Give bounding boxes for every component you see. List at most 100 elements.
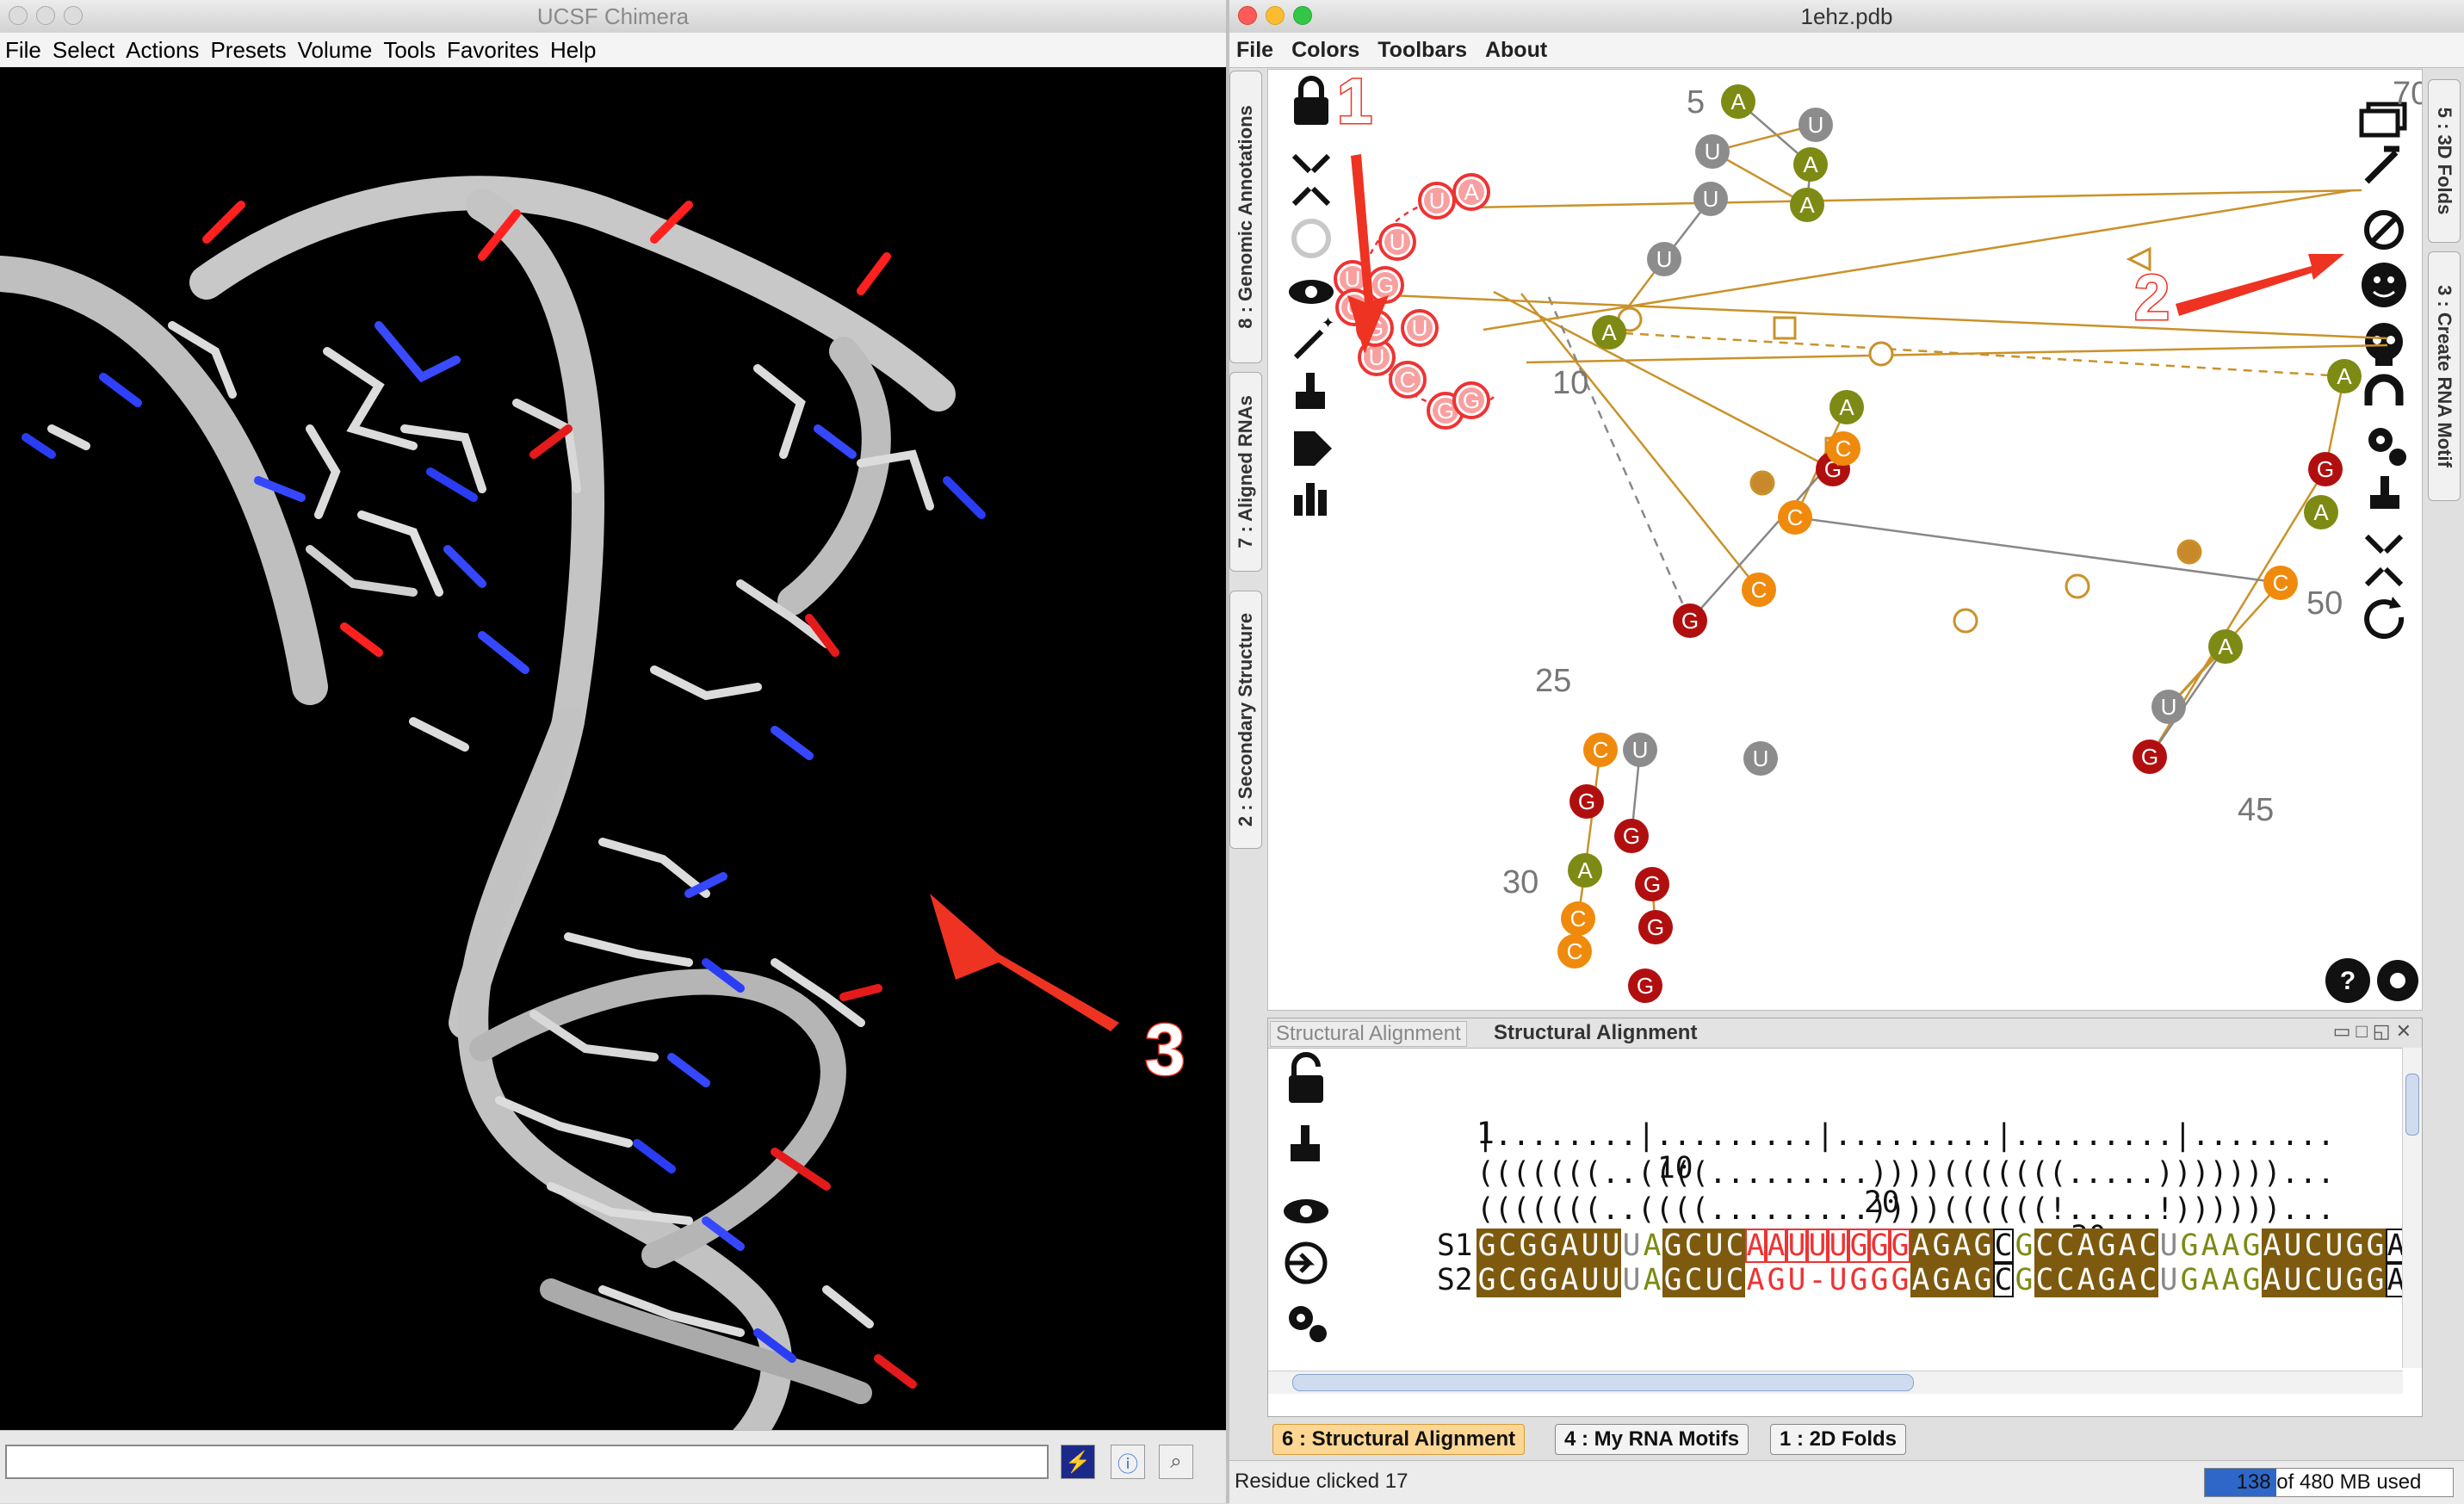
tab-3d-folds[interactable]: 5 : 3D Folds bbox=[2428, 79, 2461, 243]
nucleotide[interactable]: A bbox=[1568, 853, 1602, 888]
menu-colors[interactable]: Colors bbox=[1291, 38, 1359, 63]
residue[interactable]: G bbox=[1477, 1263, 1497, 1297]
residue[interactable]: G bbox=[2014, 1263, 2034, 1297]
molecular-3d-viewer[interactable]: 3 bbox=[0, 67, 1226, 1431]
residue[interactable]: A bbox=[2200, 1229, 2220, 1263]
residue[interactable]: C bbox=[1683, 1229, 1704, 1263]
rna-2d-canvas[interactable]: ✦ ? AUUAU A U A U A U U U C G G U G A G … bbox=[1267, 69, 2423, 1011]
residue[interactable]: G bbox=[2241, 1263, 2262, 1297]
residue[interactable]: C bbox=[1497, 1263, 1518, 1297]
residue[interactable]: U bbox=[1704, 1263, 1724, 1297]
lightning-icon[interactable]: ⚡ bbox=[1061, 1445, 1095, 1479]
eye-icon[interactable] bbox=[1284, 1199, 1328, 1223]
residue[interactable]: A bbox=[2220, 1229, 2241, 1263]
residue[interactable]: C bbox=[2034, 1263, 2055, 1297]
tab-2d-folds[interactable]: 1 : 2D Folds bbox=[1770, 1424, 1907, 1455]
residue[interactable]: U bbox=[1828, 1229, 1848, 1263]
nucleotide[interactable]: C bbox=[1583, 733, 1618, 767]
residue[interactable]: A bbox=[2200, 1263, 2220, 1297]
residue[interactable]: G bbox=[2179, 1263, 2200, 1297]
nucleotide[interactable]: U bbox=[1401, 309, 1439, 347]
nucleotide[interactable]: C bbox=[1389, 361, 1427, 399]
residue[interactable]: A bbox=[2076, 1263, 2096, 1297]
residue[interactable]: U bbox=[2324, 1263, 2344, 1297]
menu-file[interactable]: File bbox=[5, 37, 41, 64]
residue[interactable]: G bbox=[1766, 1263, 1786, 1297]
residue[interactable]: A bbox=[2076, 1229, 2096, 1263]
residue[interactable]: A bbox=[1559, 1229, 1580, 1263]
magic-wand-icon[interactable]: ✦ bbox=[1293, 314, 1334, 360]
refresh-icon[interactable] bbox=[1291, 219, 1331, 258]
residue[interactable]: U bbox=[2158, 1263, 2179, 1297]
forbidden-icon[interactable] bbox=[2364, 210, 2404, 250]
residue[interactable]: G bbox=[1518, 1263, 1538, 1297]
residue[interactable]: C bbox=[2055, 1263, 2076, 1297]
residue[interactable]: G bbox=[2365, 1263, 2386, 1297]
residue[interactable]: A bbox=[2386, 1263, 2403, 1297]
unlock-icon[interactable] bbox=[1289, 1052, 1323, 1103]
gears-icon[interactable] bbox=[1289, 1306, 1327, 1342]
nucleotide[interactable]: U bbox=[1623, 733, 1657, 767]
vertical-scrollbar[interactable] bbox=[2402, 1048, 2422, 1368]
residue[interactable]: G bbox=[1972, 1263, 1993, 1297]
residue[interactable]: A bbox=[1766, 1229, 1786, 1263]
residue[interactable]: A bbox=[1952, 1229, 1972, 1263]
gears-icon[interactable] bbox=[2368, 428, 2406, 466]
nucleotide[interactable]: A bbox=[1721, 84, 1755, 119]
residue[interactable]: U bbox=[2282, 1263, 2303, 1297]
residue[interactable]: A bbox=[1910, 1263, 1931, 1297]
tab-genomic-annotations[interactable]: 8 : Genomic Annotations bbox=[1229, 71, 1262, 363]
residue[interactable]: U bbox=[1621, 1263, 1642, 1297]
menu-volume[interactable]: Volume bbox=[298, 37, 373, 64]
residue[interactable]: U bbox=[1600, 1263, 1621, 1297]
residue[interactable]: C bbox=[1724, 1263, 1745, 1297]
horizontal-scroll-thumb[interactable] bbox=[1292, 1374, 1914, 1391]
residue[interactable]: C bbox=[2303, 1229, 2324, 1263]
residue[interactable]: C bbox=[1497, 1229, 1518, 1263]
residue[interactable]: G bbox=[1662, 1263, 1683, 1297]
residue[interactable]: C bbox=[2138, 1229, 2158, 1263]
residue[interactable]: G bbox=[2096, 1229, 2117, 1263]
menu-presets[interactable]: Presets bbox=[210, 37, 286, 64]
residue[interactable]: G bbox=[1972, 1229, 1993, 1263]
menu-about[interactable]: About bbox=[1485, 38, 1547, 63]
lock-icon[interactable] bbox=[1294, 76, 1328, 125]
residue[interactable]: G bbox=[1538, 1229, 1559, 1263]
residue[interactable]: U bbox=[1786, 1229, 1807, 1263]
residue[interactable]: A bbox=[1559, 1263, 1580, 1297]
residue[interactable]: A bbox=[1745, 1263, 1766, 1297]
tab-my-rna-motifs[interactable]: 4 : My RNA Motifs bbox=[1555, 1424, 1749, 1455]
residue[interactable]: U bbox=[2324, 1229, 2344, 1263]
nucleotide[interactable]: A bbox=[1790, 188, 1824, 222]
nucleotide[interactable]: G bbox=[1452, 381, 1490, 419]
residue[interactable]: U bbox=[1580, 1229, 1600, 1263]
nucleotide[interactable]: C bbox=[1742, 573, 1776, 607]
help-icon[interactable]: ? bbox=[2325, 958, 2370, 1003]
residue[interactable]: G bbox=[1518, 1229, 1538, 1263]
residue[interactable]: C bbox=[1993, 1263, 2014, 1297]
residue[interactable]: C bbox=[1683, 1263, 1704, 1297]
residue[interactable]: A bbox=[1910, 1229, 1931, 1263]
tab-structural-alignment-inactive[interactable]: Structural Alignment bbox=[1270, 1021, 1467, 1047]
residue[interactable]: U bbox=[1786, 1263, 1807, 1297]
residue[interactable]: G bbox=[1869, 1229, 1890, 1263]
menu-actions[interactable]: Actions bbox=[126, 37, 199, 64]
hammer-icon[interactable] bbox=[2364, 145, 2399, 184]
info-icon[interactable]: ⓘ bbox=[1111, 1445, 1145, 1479]
nucleotide[interactable]: G bbox=[2133, 740, 2167, 774]
nucleotide[interactable]: C bbox=[1561, 901, 1595, 936]
residue[interactable]: A bbox=[2262, 1263, 2282, 1297]
residue[interactable]: G bbox=[2096, 1263, 2117, 1297]
settings-gear-icon[interactable] bbox=[2377, 960, 2418, 1001]
magnifier-icon[interactable]: ⌕ bbox=[1159, 1445, 1193, 1479]
menu-favorites[interactable]: Favorites bbox=[447, 37, 539, 64]
residue[interactable]: U bbox=[1828, 1263, 1848, 1297]
residue[interactable]: U bbox=[1704, 1229, 1724, 1263]
residue[interactable]: A bbox=[2262, 1229, 2282, 1263]
residue[interactable]: G bbox=[1869, 1263, 1890, 1297]
smiley-icon[interactable] bbox=[2362, 263, 2406, 307]
residue[interactable]: C bbox=[1724, 1229, 1745, 1263]
residue[interactable]: U bbox=[2282, 1229, 2303, 1263]
residue[interactable]: G bbox=[1477, 1229, 1497, 1263]
residue[interactable]: A bbox=[1642, 1263, 1662, 1297]
